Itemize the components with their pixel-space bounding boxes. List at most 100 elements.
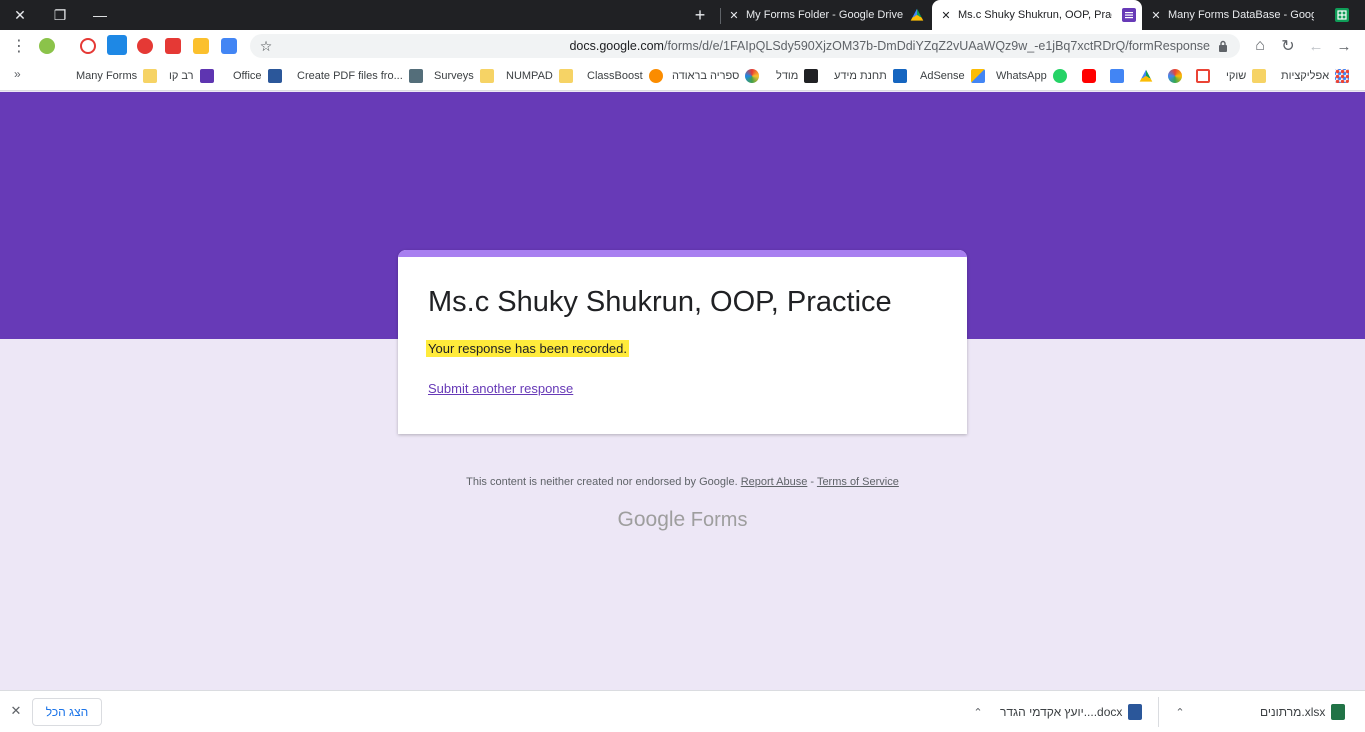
browser-menu-button[interactable]: ⋮ (9, 36, 29, 56)
report-abuse-link[interactable]: Report Abuse (741, 476, 808, 488)
window-close-button[interactable]: ✕ (0, 0, 40, 30)
bookmark-drive[interactable] (1133, 68, 1153, 84)
android-extension-icon[interactable] (39, 38, 55, 54)
download-separator (1158, 697, 1159, 727)
new-badge-extension-icon[interactable] (107, 35, 127, 55)
tab-google-drive[interactable]: ✕ My Forms Folder - Google Drive (726, 0, 930, 30)
confirmation-card: Ms.c Shuky Shukrun, OOP, Practice Your r… (398, 250, 967, 434)
download-item-xlsx[interactable]: ⌃ מרתונים.xlsx (1172, 695, 1346, 729)
tab-google-forms-active[interactable]: ✕ Ms.c Shuky Shukrun, OOP, Practice (932, 0, 1142, 30)
folder-icon (479, 69, 494, 83)
show-all-downloads-button[interactable]: הצג הכל (32, 698, 102, 726)
reload-button[interactable]: ↻ (1278, 36, 1298, 56)
bookmark-gmail[interactable] (1190, 68, 1210, 84)
bookmark-info-station[interactable]: תחנת מידע (834, 68, 907, 84)
tab-separator (720, 8, 721, 24)
minimize-icon: — (93, 7, 107, 23)
url-host: docs.google.com (569, 39, 664, 53)
bookmark-shuky[interactable]: שוקי (1226, 68, 1267, 84)
close-icon: ✕ (10, 703, 22, 718)
bookmark-classboost[interactable]: ClassBoost (587, 68, 663, 84)
download-filename: מרתונים.xlsx (1260, 705, 1326, 719)
forward-button[interactable]: → (1334, 36, 1354, 56)
window-restore-button[interactable]: ❐ (40, 0, 80, 30)
word-icon (267, 69, 282, 83)
google-wordmark: Google (617, 508, 686, 531)
url-text[interactable]: docs.google.com/forms/d/e/1FAIpQLSdy590X… (569, 39, 1210, 53)
bookmark-library[interactable]: ספריה בראודה (672, 68, 760, 84)
google-drive-icon (1139, 69, 1153, 82)
address-bar[interactable]: ☆ docs.google.com/forms/d/e/1FAIpQLSdy59… (250, 34, 1240, 58)
bookmark-create-pdf[interactable]: Create PDF files fro... (297, 68, 423, 84)
google-photos-icon (1168, 69, 1182, 83)
folder-icon (1252, 69, 1267, 83)
bookmark-apps[interactable]: אפליקציות (1281, 68, 1350, 84)
tab-title: Many Forms DataBase - Google Sheets (1168, 9, 1314, 21)
bookmarks-overflow-button[interactable]: » (14, 67, 21, 81)
star-icon: ☆ (259, 37, 273, 54)
google-drive-icon (910, 8, 924, 21)
cast-extension-icon[interactable] (80, 38, 96, 54)
plus-icon: + (694, 4, 706, 25)
submit-another-response-link[interactable]: Submit another response (428, 381, 573, 396)
download-item-docx[interactable]: ⌃ יועץ אקדמי הגדר....docx (970, 695, 1143, 729)
chevron-up-icon[interactable]: ⌃ (1172, 706, 1188, 719)
folder-icon (558, 69, 573, 83)
new-tab-button[interactable]: + (688, 0, 712, 30)
bookmark-adsense[interactable]: AdSense (920, 68, 985, 84)
tab-close-icon[interactable]: ✕ (726, 9, 742, 22)
tab-close-icon[interactable]: ✕ (1148, 9, 1164, 22)
bookmark-whatsapp[interactable]: WhatsApp (996, 68, 1067, 84)
chevron-up-icon[interactable]: ⌃ (970, 706, 986, 719)
arrow-left-icon: ← (1308, 37, 1324, 55)
library-icon (745, 69, 760, 83)
back-button[interactable]: ← (1306, 36, 1326, 56)
record-extension-icon[interactable] (165, 38, 181, 54)
download-bar-close-button[interactable]: ✕ (8, 703, 24, 719)
tab-google-sheets[interactable]: ✕ Many Forms DataBase - Google Sheets (1148, 0, 1355, 30)
window-minimize-button[interactable]: — (80, 0, 120, 30)
bookmark-office[interactable]: Office (233, 68, 282, 84)
pdf-icon (408, 69, 423, 83)
word-doc-icon (1128, 704, 1143, 720)
card-accent-bar (398, 250, 967, 257)
response-recorded-message: Your response has been recorded. (426, 340, 629, 357)
opera-extension-icon[interactable] (137, 38, 153, 54)
url-path: /forms/d/e/1FAIpQLSdy590XjzOM37b-DmDdiYZ… (663, 39, 1210, 53)
terms-of-service-link[interactable]: Terms of Service (817, 476, 899, 488)
form-title: Ms.c Shuky Shukrun, OOP, Practice (428, 286, 892, 318)
arrow-right-icon: → (1336, 37, 1352, 55)
disclaimer-text: This content is neither created nor endo… (466, 476, 738, 488)
bookmark-translate[interactable] (1104, 68, 1124, 84)
youtube-icon (1082, 69, 1096, 83)
apps-grid-icon (1335, 69, 1350, 83)
google-forms-logo[interactable]: Google Forms (0, 508, 1365, 532)
footer-disclaimer: This content is neither created nor endo… (0, 476, 1365, 488)
google-sheets-icon (1335, 8, 1349, 22)
moodle-icon (804, 69, 819, 83)
bookmark-photos[interactable] (1162, 68, 1182, 84)
ravkav-icon (199, 69, 214, 83)
classboost-icon (648, 69, 663, 83)
tab-close-icon[interactable]: ✕ (938, 9, 954, 22)
tab-title: Ms.c Shuky Shukrun, OOP, Practice (958, 9, 1112, 21)
home-button[interactable]: ⌂ (1250, 36, 1270, 56)
bookmark-surveys[interactable]: Surveys (434, 68, 494, 84)
bookmark-moodle[interactable]: מודל (776, 68, 819, 84)
bookmark-numpad[interactable]: NUMPAD (506, 68, 573, 84)
bookmark-star-button[interactable]: ☆ (256, 36, 276, 56)
lock-icon[interactable] (1218, 40, 1228, 52)
info-station-icon (892, 69, 907, 83)
excel-icon (1331, 704, 1346, 720)
whatsapp-icon (1052, 69, 1067, 83)
tab-strip: ✕ ❐ — + ✕ My Forms Folder - Google Drive… (0, 0, 1365, 30)
google-forms-icon (1122, 8, 1136, 22)
footer-separator: - (807, 476, 817, 488)
bookmark-ravkav[interactable]: רב קו (169, 68, 214, 84)
close-icon: ✕ (14, 6, 26, 23)
translate-extension-icon[interactable] (221, 38, 237, 54)
folder-icon (143, 69, 158, 83)
bookmark-youtube[interactable] (1076, 68, 1096, 84)
honey-extension-icon[interactable] (193, 38, 209, 54)
bookmark-many-forms[interactable]: Many Forms (76, 68, 158, 84)
